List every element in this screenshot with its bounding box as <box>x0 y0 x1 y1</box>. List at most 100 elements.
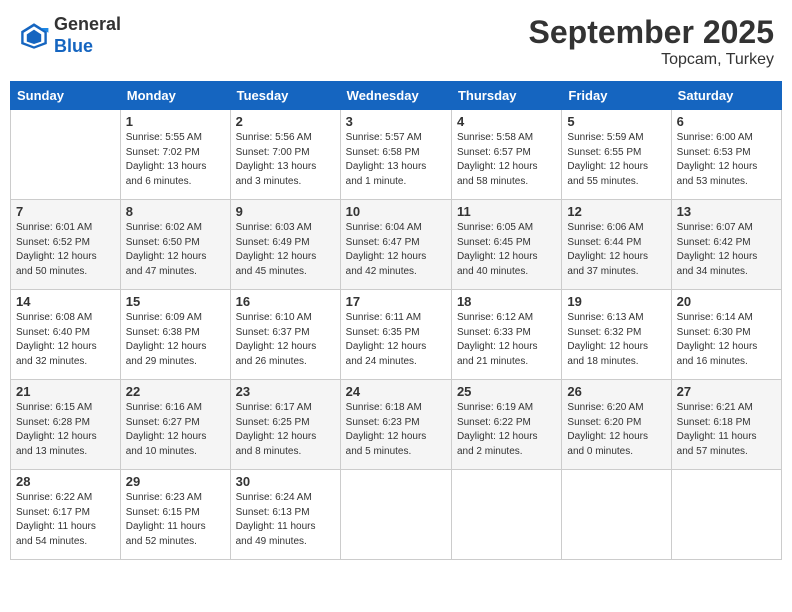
day-number: 5 <box>567 114 665 129</box>
calendar-cell: 13 Sunrise: 6:07 AMSunset: 6:42 PMDayligh… <box>671 200 781 290</box>
logo-general: General <box>54 14 121 36</box>
calendar-cell <box>562 470 671 560</box>
day-info: Sunrise: 6:12 AMSunset: 6:33 PMDaylight:… <box>457 311 556 369</box>
day-number: 10 <box>346 204 446 219</box>
day-number: 4 <box>457 114 556 129</box>
day-info: Sunrise: 6:01 AMSunset: 6:52 PMDaylight:… <box>16 221 115 279</box>
calendar-week-row: 21 Sunrise: 6:15 AMSunset: 6:28 PMDayligh… <box>11 380 782 470</box>
day-number: 14 <box>16 294 115 309</box>
day-info: Sunrise: 6:23 AMSunset: 6:15 PMDaylight:… <box>126 491 225 549</box>
day-number: 1 <box>126 114 225 129</box>
day-number: 13 <box>677 204 776 219</box>
calendar-cell: 27Sunrise: 6:21 AMSunset: 6:18 PMDayligh… <box>671 380 781 470</box>
day-info: Sunrise: 5:58 AMSunset: 6:57 PMDaylight:… <box>457 131 556 189</box>
day-number: 6 <box>677 114 776 129</box>
day-info: Sunrise: 6:24 AMSunset: 6:13 PMDaylight:… <box>236 491 335 549</box>
calendar-cell <box>340 470 451 560</box>
day-number: 2 <box>236 114 335 129</box>
day-info: Sunrise: 6:19 AMSunset: 6:22 PMDaylight:… <box>457 401 556 459</box>
calendar-cell: 16Sunrise: 6:10 AMSunset: 6:37 PMDayligh… <box>230 290 340 380</box>
location-subtitle: Topcam, Turkey <box>529 51 774 69</box>
weekday-header-friday: Friday <box>562 82 671 110</box>
weekday-header-monday: Monday <box>120 82 230 110</box>
calendar-cell: 17 Sunrise: 6:11 AMSunset: 6:35 PMDayligh… <box>340 290 451 380</box>
calendar-cell: 25 Sunrise: 6:19 AMSunset: 6:22 PMDayligh… <box>451 380 561 470</box>
calendar-cell <box>11 110 121 200</box>
day-info: Sunrise: 6:11 AMSunset: 6:35 PMDaylight:… <box>346 311 446 369</box>
day-number: 3 <box>346 114 446 129</box>
calendar-week-row: 7 Sunrise: 6:01 AMSunset: 6:52 PMDaylight… <box>11 200 782 290</box>
day-info: Sunrise: 5:57 AMSunset: 6:58 PMDaylight:… <box>346 131 446 189</box>
calendar-cell: 21 Sunrise: 6:15 AMSunset: 6:28 PMDayligh… <box>11 380 121 470</box>
calendar-cell: 5Sunrise: 5:59 AMSunset: 6:55 PMDaylight… <box>562 110 671 200</box>
day-number: 12 <box>567 204 665 219</box>
day-number: 9 <box>236 204 335 219</box>
day-info: Sunrise: 6:04 AMSunset: 6:47 PMDaylight:… <box>346 221 446 279</box>
calendar-week-row: 28Sunrise: 6:22 AMSunset: 6:17 PMDayligh… <box>11 470 782 560</box>
month-year-title: September 2025 <box>529 14 774 51</box>
day-info: Sunrise: 6:10 AMSunset: 6:37 PMDaylight:… <box>236 311 335 369</box>
day-info: Sunrise: 6:17 AMSunset: 6:25 PMDaylight:… <box>236 401 335 459</box>
logo-blue: Blue <box>54 36 121 58</box>
day-number: 18 <box>457 294 556 309</box>
calendar-cell: 15 Sunrise: 6:09 AMSunset: 6:38 PMDayligh… <box>120 290 230 380</box>
calendar-cell: 29 Sunrise: 6:23 AMSunset: 6:15 PMDayligh… <box>120 470 230 560</box>
day-info: Sunrise: 6:00 AMSunset: 6:53 PMDaylight:… <box>677 131 776 189</box>
logo-icon <box>18 20 50 52</box>
calendar-cell: 9 Sunrise: 6:03 AMSunset: 6:49 PMDaylight… <box>230 200 340 290</box>
day-info: Sunrise: 5:56 AMSunset: 7:00 PMDaylight:… <box>236 131 335 189</box>
day-number: 19 <box>567 294 665 309</box>
day-number: 8 <box>126 204 225 219</box>
day-number: 29 <box>126 474 225 489</box>
day-info: Sunrise: 6:15 AMSunset: 6:28 PMDaylight:… <box>16 401 115 459</box>
calendar-cell: 12Sunrise: 6:06 AMSunset: 6:44 PMDayligh… <box>562 200 671 290</box>
day-number: 30 <box>236 474 335 489</box>
day-number: 24 <box>346 384 446 399</box>
day-number: 11 <box>457 204 556 219</box>
title-block: September 2025 Topcam, Turkey <box>529 14 774 69</box>
day-info: Sunrise: 5:55 AMSunset: 7:02 PMDaylight:… <box>126 131 225 189</box>
day-info: Sunrise: 6:05 AMSunset: 6:45 PMDaylight:… <box>457 221 556 279</box>
day-info: Sunrise: 6:03 AMSunset: 6:49 PMDaylight:… <box>236 221 335 279</box>
calendar-cell: 11 Sunrise: 6:05 AMSunset: 6:45 PMDayligh… <box>451 200 561 290</box>
calendar-cell: 23 Sunrise: 6:17 AMSunset: 6:25 PMDayligh… <box>230 380 340 470</box>
day-number: 21 <box>16 384 115 399</box>
calendar-cell: 22Sunrise: 6:16 AMSunset: 6:27 PMDayligh… <box>120 380 230 470</box>
weekday-header-saturday: Saturday <box>671 82 781 110</box>
day-number: 15 <box>126 294 225 309</box>
weekday-header-sunday: Sunday <box>11 82 121 110</box>
day-info: Sunrise: 6:13 AMSunset: 6:32 PMDaylight:… <box>567 311 665 369</box>
day-info: Sunrise: 6:16 AMSunset: 6:27 PMDaylight:… <box>126 401 225 459</box>
calendar-cell: 28Sunrise: 6:22 AMSunset: 6:17 PMDayligh… <box>11 470 121 560</box>
day-number: 20 <box>677 294 776 309</box>
calendar-cell: 7 Sunrise: 6:01 AMSunset: 6:52 PMDaylight… <box>11 200 121 290</box>
day-info: Sunrise: 6:09 AMSunset: 6:38 PMDaylight:… <box>126 311 225 369</box>
day-number: 25 <box>457 384 556 399</box>
calendar-cell: 10 Sunrise: 6:04 AMSunset: 6:47 PMDayligh… <box>340 200 451 290</box>
calendar-cell: 14Sunrise: 6:08 AMSunset: 6:40 PMDayligh… <box>11 290 121 380</box>
calendar-week-row: 14Sunrise: 6:08 AMSunset: 6:40 PMDayligh… <box>11 290 782 380</box>
day-number: 27 <box>677 384 776 399</box>
logo-text: General Blue <box>54 14 121 57</box>
day-info: Sunrise: 6:18 AMSunset: 6:23 PMDaylight:… <box>346 401 446 459</box>
calendar-cell: 24 Sunrise: 6:18 AMSunset: 6:23 PMDayligh… <box>340 380 451 470</box>
weekday-header-wednesday: Wednesday <box>340 82 451 110</box>
weekday-header-tuesday: Tuesday <box>230 82 340 110</box>
calendar-cell: 26Sunrise: 6:20 AMSunset: 6:20 PMDayligh… <box>562 380 671 470</box>
calendar-cell: 8 Sunrise: 6:02 AMSunset: 6:50 PMDaylight… <box>120 200 230 290</box>
day-info: Sunrise: 6:02 AMSunset: 6:50 PMDaylight:… <box>126 221 225 279</box>
calendar-cell: 18 Sunrise: 6:12 AMSunset: 6:33 PMDayligh… <box>451 290 561 380</box>
day-number: 17 <box>346 294 446 309</box>
day-number: 23 <box>236 384 335 399</box>
calendar-cell: 3 Sunrise: 5:57 AMSunset: 6:58 PMDaylight… <box>340 110 451 200</box>
calendar-table: SundayMondayTuesdayWednesdayThursdayFrid… <box>10 81 782 560</box>
day-info: Sunrise: 6:20 AMSunset: 6:20 PMDaylight:… <box>567 401 665 459</box>
calendar-cell: 6 Sunrise: 6:00 AMSunset: 6:53 PMDaylight… <box>671 110 781 200</box>
calendar-cell: 20Sunrise: 6:14 AMSunset: 6:30 PMDayligh… <box>671 290 781 380</box>
calendar-cell: 30 Sunrise: 6:24 AMSunset: 6:13 PMDayligh… <box>230 470 340 560</box>
day-number: 7 <box>16 204 115 219</box>
day-info: Sunrise: 6:07 AMSunset: 6:42 PMDaylight:… <box>677 221 776 279</box>
calendar-cell <box>671 470 781 560</box>
calendar-week-row: 1 Sunrise: 5:55 AMSunset: 7:02 PMDaylight… <box>11 110 782 200</box>
calendar-cell: 2 Sunrise: 5:56 AMSunset: 7:00 PMDaylight… <box>230 110 340 200</box>
